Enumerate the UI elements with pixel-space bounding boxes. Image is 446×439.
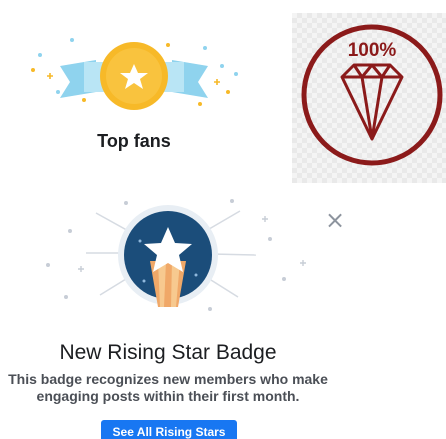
top-fans-badge: Top fans <box>0 0 268 175</box>
rising-star-dialog: × New Rising Star Badge This badge recog… <box>0 183 446 439</box>
diamond-percent-label: 100% <box>348 40 397 61</box>
description-line-1: This badge recognizes new members who ma… <box>8 371 328 387</box>
rising-star-description: This badge recognizes new members who ma… <box>0 371 336 405</box>
rising-star-icon <box>46 199 306 311</box>
see-all-rising-stars-button[interactable]: See All Rising Stars <box>101 420 237 439</box>
rising-star-title: New Rising Star Badge <box>59 341 277 364</box>
diamond-icon: 100% <box>301 24 443 166</box>
top-fans-label: Top fans <box>97 131 171 151</box>
description-line-2: engaging posts within their first month. <box>36 388 300 404</box>
diamond-100-panel: 100% <box>292 13 446 183</box>
top-fans-medal-icon <box>31 38 238 110</box>
close-button[interactable]: × <box>322 207 348 233</box>
